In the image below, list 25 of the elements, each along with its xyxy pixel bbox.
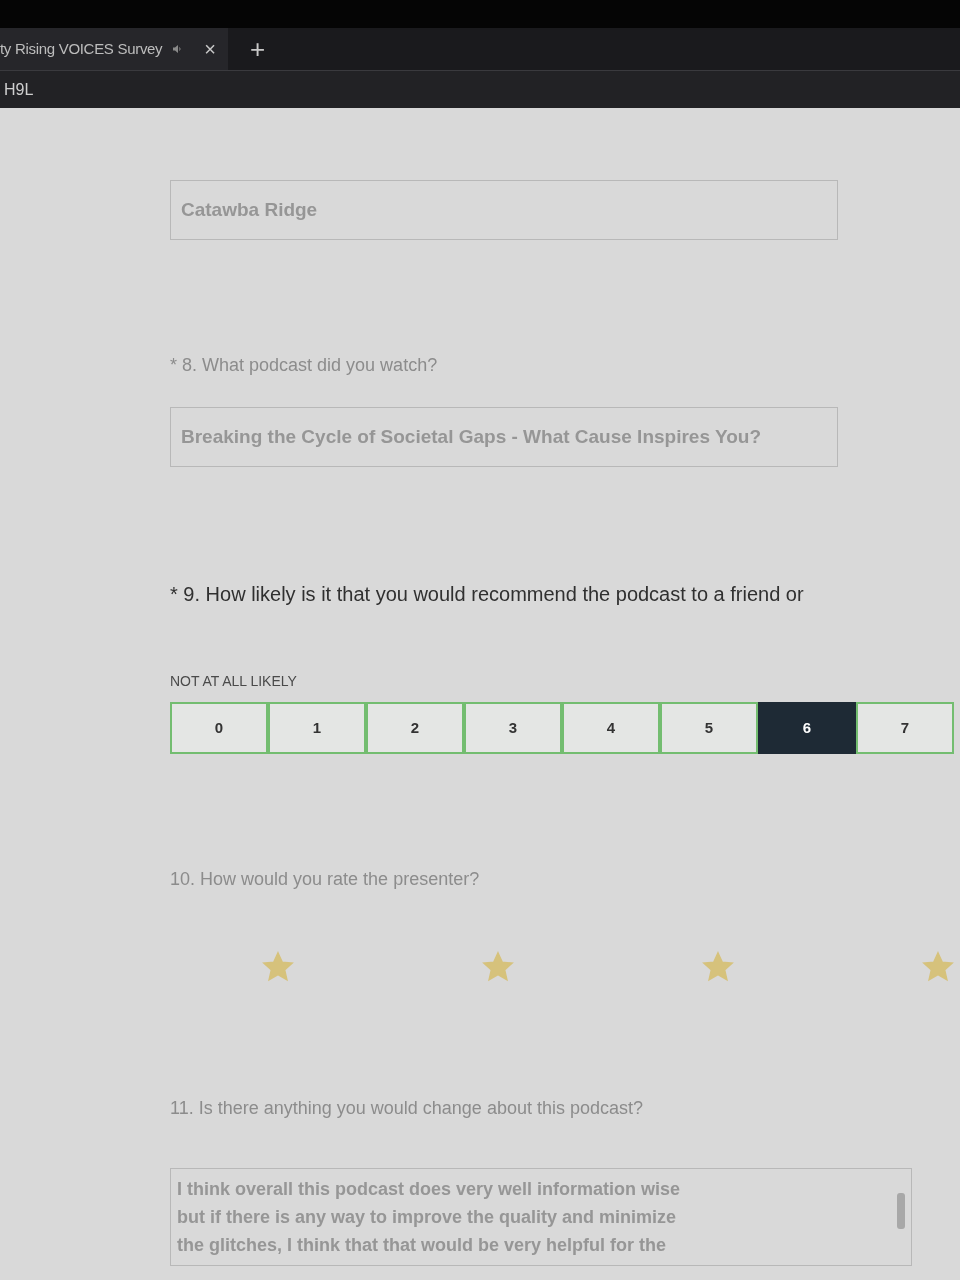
tab-title: ty Rising VOICES Survey bbox=[0, 38, 163, 59]
star-filled-icon[interactable] bbox=[482, 951, 514, 983]
rating-option[interactable]: 2 bbox=[366, 702, 464, 754]
rating-option[interactable]: 1 bbox=[268, 702, 366, 754]
star-filled-icon[interactable] bbox=[922, 951, 954, 983]
question-label: * 9. How likely is it that you would recommend the podcast to a friend or bbox=[170, 582, 804, 607]
question-label: 10. How would you rate the presenter? bbox=[170, 868, 480, 891]
address-text: H9L bbox=[4, 79, 34, 100]
rating-option[interactable]: 0 bbox=[170, 702, 268, 754]
speaker-icon bbox=[172, 44, 183, 54]
new-tab-button[interactable]: + bbox=[250, 36, 266, 62]
rating-option[interactable]: 6 bbox=[758, 702, 856, 754]
close-tab-button[interactable]: × bbox=[204, 39, 216, 59]
rating-option[interactable]: 3 bbox=[464, 702, 562, 754]
star-filled-icon[interactable] bbox=[262, 951, 294, 983]
address-bar[interactable]: H9L bbox=[0, 70, 960, 108]
browser-tab[interactable]: ty Rising VOICES Survey × bbox=[0, 28, 228, 70]
scrollbar-thumb[interactable] bbox=[897, 1193, 905, 1229]
question-label: * 8. What podcast did you watch? bbox=[170, 354, 438, 377]
rating-option[interactable]: 5 bbox=[660, 702, 758, 754]
scale-label: NOT AT ALL LIKELY bbox=[170, 672, 297, 691]
question-label: 11. Is there anything you would change about this podcast? bbox=[170, 1097, 643, 1120]
rating-option[interactable]: 4 bbox=[562, 702, 660, 754]
rating-option[interactable]: 7 bbox=[856, 702, 954, 754]
star-filled-icon[interactable] bbox=[702, 951, 734, 983]
